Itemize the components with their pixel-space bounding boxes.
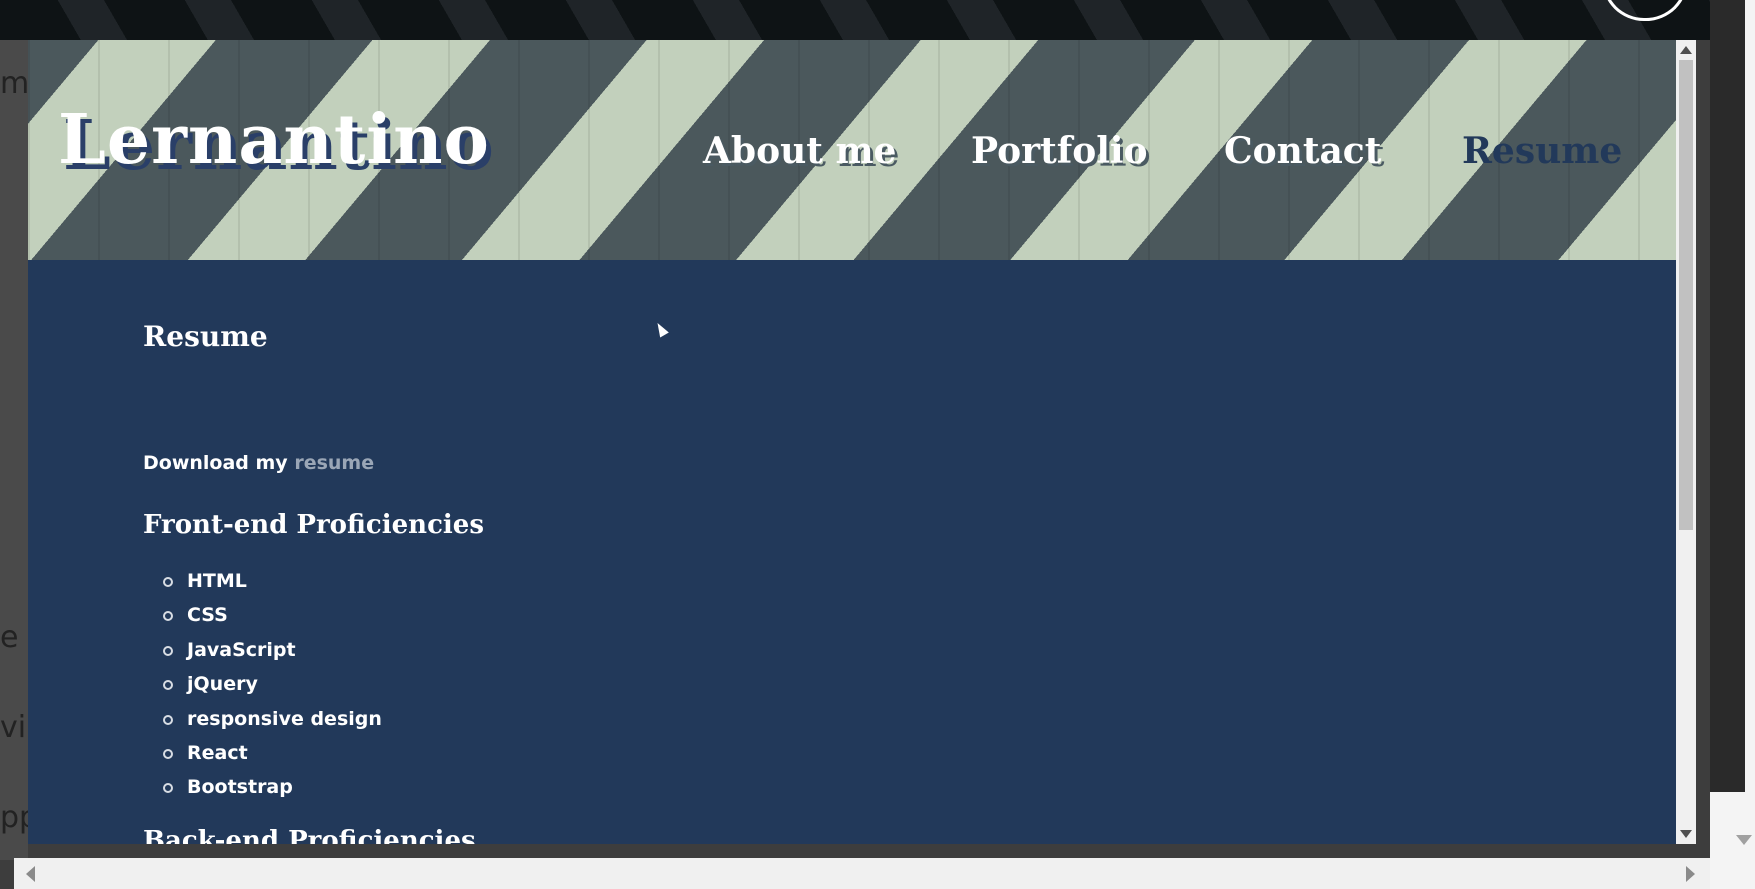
list-item: responsive design bbox=[163, 702, 382, 736]
nav-link-contact[interactable]: Contact bbox=[1224, 130, 1381, 172]
outer-scroll-down-icon[interactable] bbox=[1736, 835, 1752, 845]
horizontal-scrollbar[interactable] bbox=[14, 858, 1710, 889]
resume-title: Resume bbox=[143, 320, 268, 353]
background-text-fragment: e bbox=[0, 620, 19, 655]
scroll-left-icon[interactable] bbox=[26, 866, 35, 882]
site-header: Lernantino About me Portfolio Contact Re… bbox=[28, 40, 1676, 260]
nav-item-portfolio[interactable]: Portfolio bbox=[971, 130, 1148, 172]
site-logo[interactable]: Lernantino bbox=[58, 100, 490, 180]
list-item: jQuery bbox=[163, 667, 382, 701]
scroll-up-icon[interactable] bbox=[1680, 46, 1692, 54]
nav-link-portfolio[interactable]: Portfolio bbox=[971, 130, 1148, 172]
modal-vertical-scrollbar[interactable] bbox=[1676, 40, 1696, 844]
scroll-down-icon[interactable] bbox=[1680, 830, 1692, 838]
nav-link-resume[interactable]: Resume bbox=[1462, 130, 1622, 172]
resume-download-link[interactable]: resume bbox=[294, 452, 374, 474]
outer-dark-panel bbox=[1710, 0, 1745, 792]
mouse-cursor-icon bbox=[653, 320, 669, 338]
download-prefix: Download my bbox=[143, 452, 288, 474]
list-item: HTML bbox=[163, 564, 382, 598]
list-item: CSS bbox=[163, 598, 382, 632]
background-text-fragment: vi bbox=[0, 710, 27, 745]
scrollbar-thumb[interactable] bbox=[1679, 60, 1693, 530]
list-item: React bbox=[163, 736, 382, 770]
nav-item-contact[interactable]: Contact bbox=[1224, 130, 1381, 172]
frontend-heading: Front-end Proficiencies bbox=[143, 510, 484, 540]
background-page-top bbox=[0, 0, 1710, 40]
backend-heading: Back-end Proficiencies bbox=[143, 826, 476, 844]
list-item: JavaScript bbox=[163, 633, 382, 667]
nav-link-about[interactable]: About me bbox=[703, 130, 896, 172]
nav-item-resume[interactable]: Resume bbox=[1462, 130, 1622, 172]
nav-item-about[interactable]: About me bbox=[703, 130, 896, 172]
download-line: Download my resume bbox=[143, 452, 374, 474]
list-item: Bootstrap bbox=[163, 770, 382, 804]
frontend-list: HTML CSS JavaScript jQuery responsive de… bbox=[163, 564, 382, 805]
preview-modal: Lernantino About me Portfolio Contact Re… bbox=[28, 40, 1696, 844]
scroll-right-icon[interactable] bbox=[1686, 866, 1695, 882]
